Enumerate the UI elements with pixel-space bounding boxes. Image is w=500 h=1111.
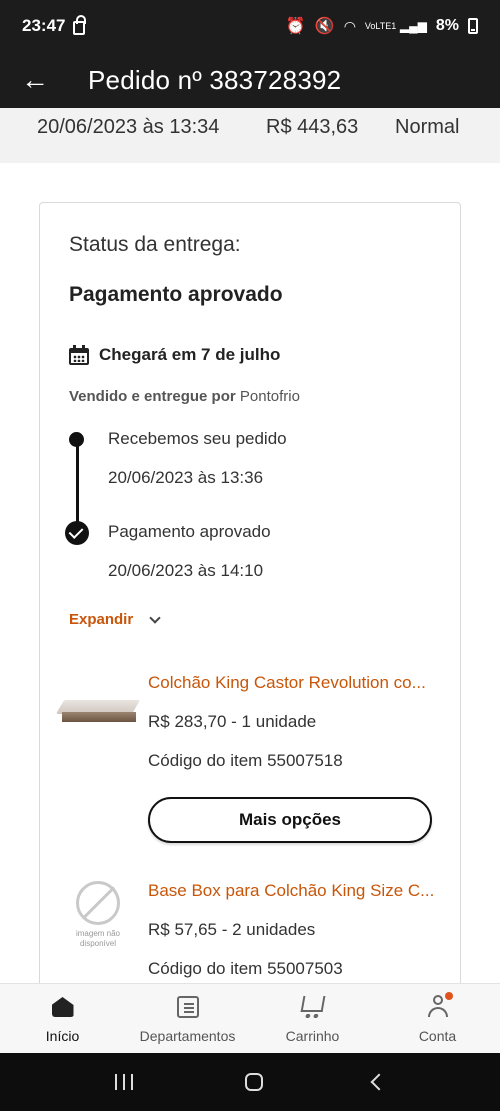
order-total: R$ 443,63 — [266, 116, 359, 138]
mute-icon: 🔇 — [314, 18, 335, 35]
user-icon — [425, 992, 453, 1020]
order-summary: 20/06/2023 às 13:34 R$ 443,63 Normal — [0, 108, 500, 163]
delivery-card: Status da entrega: Pagamento aprovado Ch… — [39, 202, 461, 1002]
nav-account[interactable]: Conta — [375, 984, 500, 1053]
wifi-icon: ◠ — [343, 17, 356, 34]
nav-departments[interactable]: Departamentos — [125, 984, 250, 1053]
store-name[interactable]: Pontofrio — [240, 388, 300, 405]
nav-cart[interactable]: Carrinho — [250, 984, 375, 1053]
list-icon — [175, 994, 201, 1020]
status-bar: 23:47 ⏰ 🔇 ◠ VoLTE1 ▂▄▆ 8% — [0, 0, 500, 52]
cart-icon — [300, 994, 326, 1020]
timeline-step-title: Pagamento aprovado — [108, 522, 271, 541]
no-image-text: imagem não disponível — [75, 929, 121, 948]
calendar-icon — [69, 345, 89, 365]
expand-button[interactable]: Expandir — [69, 611, 161, 628]
image-unavailable-icon: imagem não disponível — [58, 881, 138, 951]
network-label: VoLTE1 — [364, 20, 397, 31]
sold-by-label: Vendido e entregue por — [69, 388, 236, 405]
product-image — [55, 700, 141, 724]
timeline-dot-icon — [69, 432, 84, 447]
more-options-button[interactable]: Mais opções — [148, 797, 432, 843]
product-code: Código do item 55007518 — [148, 751, 343, 770]
arrival-row: Chegará em 7 de julho — [69, 345, 280, 365]
timeline-step-date: 20/06/2023 às 13:36 — [108, 468, 264, 487]
system-back-icon[interactable] — [370, 1073, 388, 1091]
nav-label: Departamentos — [139, 1028, 236, 1044]
product-name[interactable]: Base Box para Colchão King Size C... — [148, 881, 443, 901]
status-value: Pagamento aprovado — [69, 283, 283, 306]
arrival-date: Chegará em 7 de julho — [99, 345, 281, 364]
home-button-icon[interactable] — [245, 1073, 263, 1091]
timeline-line — [76, 439, 79, 529]
system-navigation-bar — [0, 1053, 500, 1111]
product-code: Código do item 55007503 — [148, 959, 343, 978]
timeline-step-title: Recebemos seu pedido — [108, 429, 287, 448]
product-name[interactable]: Colchão King Castor Revolution co... — [148, 673, 443, 693]
nav-home[interactable]: Início — [0, 984, 125, 1053]
timeline-step-date: 20/06/2023 às 14:10 — [108, 561, 264, 580]
seller-info: Vendido e entregue por Pontofrio — [69, 388, 300, 405]
status-time: 23:47 — [22, 16, 66, 35]
chevron-down-icon — [149, 611, 161, 624]
status-label: Status da entrega: — [69, 233, 241, 256]
lock-icon — [73, 15, 87, 35]
notification-badge — [444, 992, 453, 1000]
product-price: R$ 283,70 - 1 unidade — [148, 712, 317, 731]
bottom-navigation: Início Departamentos Carrinho Conta — [0, 983, 500, 1053]
order-date: 20/06/2023 às 13:34 — [37, 116, 220, 138]
nav-label: Carrinho — [285, 1028, 340, 1044]
signal-icon: ▂▄▆ — [399, 19, 427, 33]
alarm-icon: ⏰ — [285, 18, 306, 35]
app-bar: ← Pedido nº 383728392 — [0, 52, 500, 108]
battery-percent: 8% — [435, 17, 459, 34]
home-icon — [50, 994, 76, 1020]
nav-label: Conta — [418, 1028, 457, 1044]
expand-label: Expandir — [69, 611, 134, 628]
product-price: R$ 57,65 - 2 unidades — [148, 920, 316, 939]
battery-icon — [468, 18, 478, 34]
page-title: Pedido nº 383728392 — [88, 64, 342, 95]
nav-label: Início — [45, 1028, 80, 1044]
shipping-type: Normal — [395, 116, 460, 138]
status-icons: ⏰ 🔇 ◠ VoLTE1 ▂▄▆ 8% — [286, 16, 478, 36]
recent-apps-icon[interactable] — [115, 1074, 135, 1090]
check-circle-icon — [65, 521, 89, 545]
back-arrow-icon[interactable]: ← — [0, 52, 70, 108]
